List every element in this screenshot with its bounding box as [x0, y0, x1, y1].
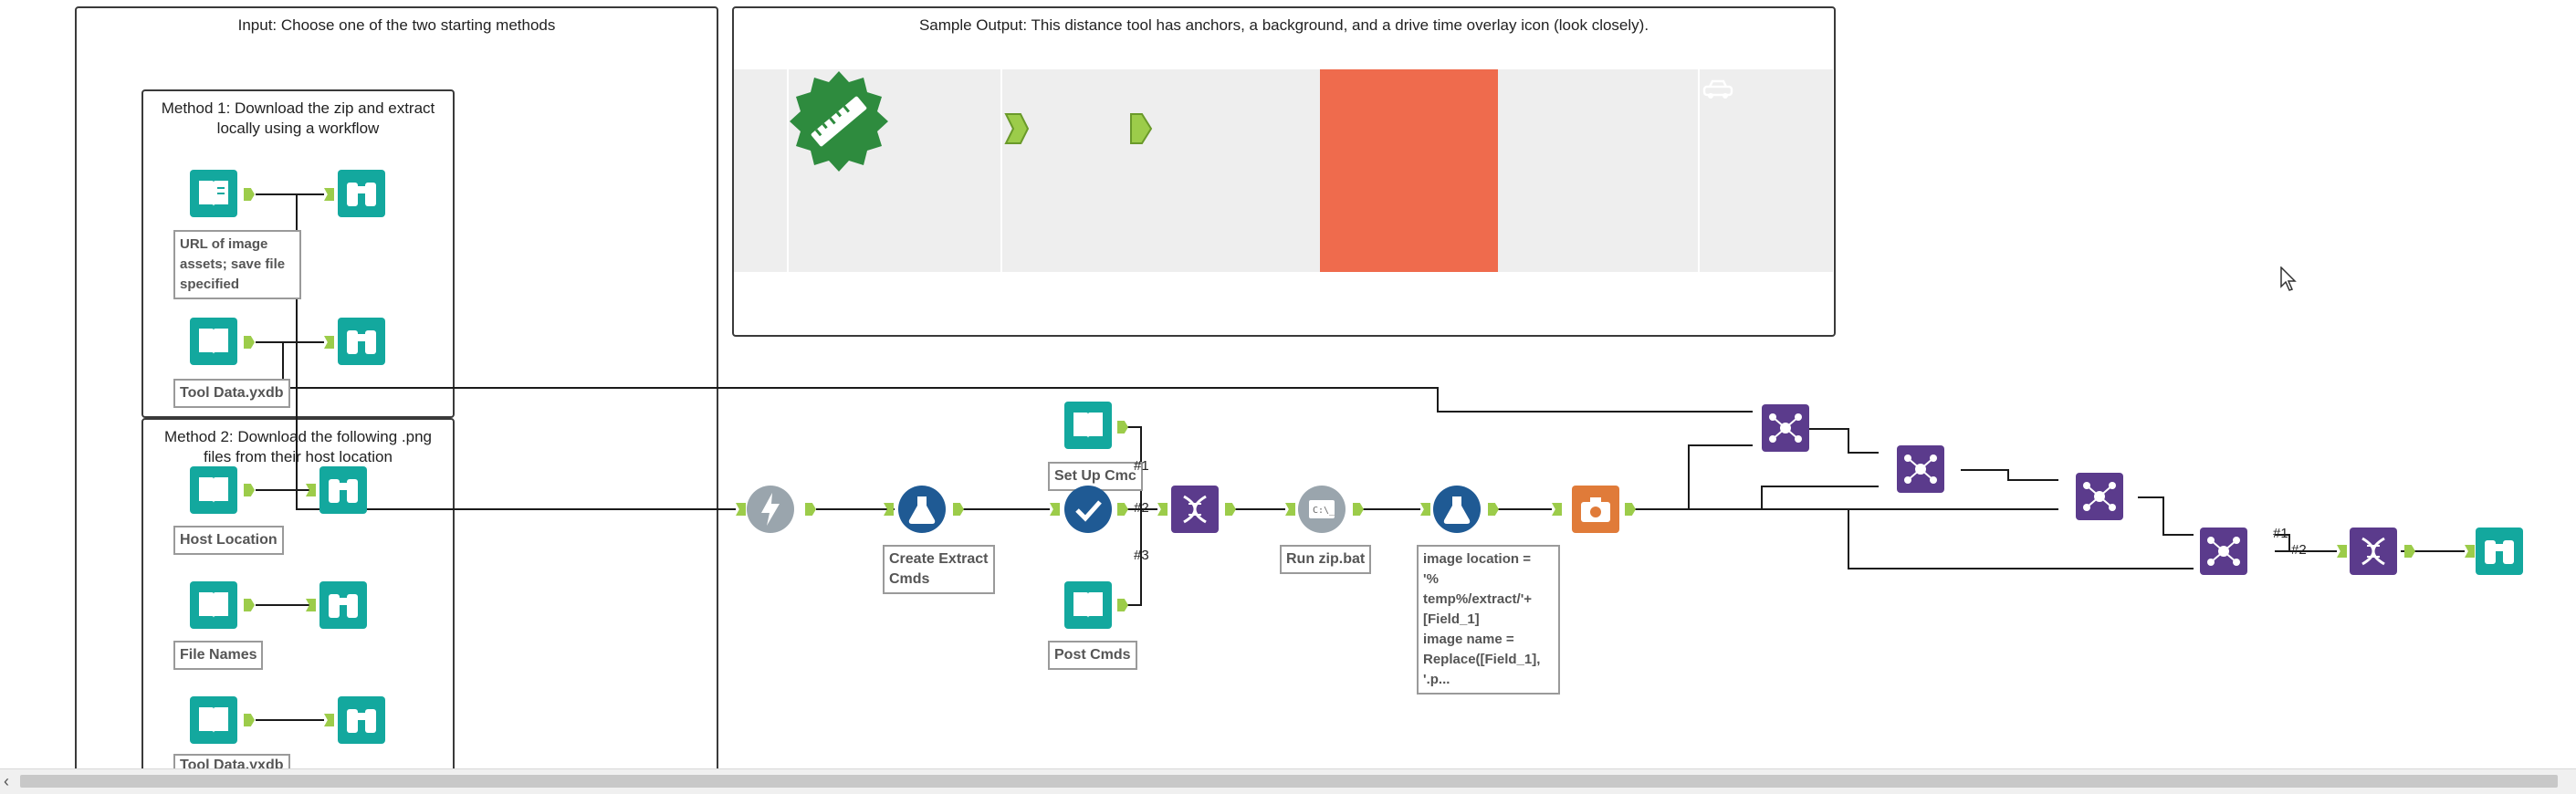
join-icon [2083, 482, 2116, 511]
binoculars-icon [347, 330, 376, 354]
book-icon [199, 477, 228, 503]
browse-tool[interactable] [319, 581, 367, 629]
union-label-1: #1 [1134, 458, 1149, 474]
workflow-canvas[interactable]: Input: Choose one of the two starting me… [0, 0, 2576, 794]
checkmark-icon [1075, 500, 1102, 522]
join-icon [1769, 413, 1802, 443]
annotation-run-zip: Run zip.bat [1280, 545, 1372, 574]
dynamic-input-tool[interactable] [1171, 486, 1219, 533]
formula-tool[interactable] [898, 486, 946, 533]
book-icon [199, 707, 228, 733]
union-label-3: #3 [1134, 548, 1149, 563]
binoculars-icon [329, 594, 358, 618]
camera-icon [1581, 497, 1610, 522]
join-tool[interactable] [1897, 445, 1944, 493]
binoculars-icon [2485, 540, 2514, 564]
join-tool[interactable] [2076, 473, 2123, 520]
scrollbar-thumb[interactable] [20, 775, 2558, 788]
book-icon [199, 181, 228, 206]
union-label-2: #2 [1134, 500, 1149, 516]
input-data-tool[interactable] [190, 170, 237, 217]
flask-icon [908, 496, 936, 524]
browse-tool[interactable] [338, 318, 385, 365]
lightning-icon [761, 493, 780, 526]
binoculars-icon [347, 709, 376, 733]
browse-tool[interactable] [2476, 528, 2523, 575]
binoculars-icon [347, 183, 376, 206]
book-icon [1073, 413, 1103, 438]
annotation-tool-data: Tool Data.yxdb [173, 379, 290, 408]
input-data-tool[interactable] [190, 466, 237, 514]
formula-tool[interactable] [1433, 486, 1481, 533]
join-tool[interactable] [2200, 528, 2247, 575]
union-tool[interactable] [1064, 486, 1112, 533]
input-data-tool[interactable] [1064, 581, 1112, 629]
scroll-left-icon[interactable]: ‹ [4, 772, 9, 791]
run-command-tool[interactable]: C:\_ [1298, 486, 1346, 533]
join-icon [2207, 537, 2240, 566]
horizontal-scrollbar[interactable]: ‹ [0, 768, 2576, 794]
input-data-tool[interactable] [190, 696, 237, 744]
image-tool[interactable] [1572, 486, 1619, 533]
book-icon [1073, 592, 1103, 618]
browse-tool[interactable] [319, 466, 367, 514]
input-data-tool[interactable] [190, 581, 237, 629]
book-icon [199, 329, 228, 354]
browse-tool[interactable] [338, 696, 385, 744]
connection-wires [256, 193, 2465, 721]
join-tool[interactable] [1762, 404, 1809, 452]
binoculars-icon [329, 479, 358, 503]
union-label-2: #2 [2291, 542, 2307, 558]
download-tool[interactable] [747, 486, 794, 533]
join-icon [1904, 454, 1937, 484]
annotation-url-assets: URL of image assets; save file specified [173, 230, 301, 299]
dynamic-input-tool[interactable] [2350, 528, 2397, 575]
svg-text:C:\_: C:\_ [1313, 506, 1335, 516]
annotation-host-location: Host Location [173, 526, 284, 555]
input-data-tool[interactable] [1064, 402, 1112, 449]
annotation-formula: image location = '% temp%/extract/'+ [Fi… [1417, 545, 1560, 695]
book-icon [199, 592, 228, 618]
flask-icon [1443, 496, 1471, 524]
dna-icon [2361, 537, 2385, 566]
annotation-post-cmds: Post Cmds [1048, 641, 1137, 670]
union-label-1: #1 [2273, 526, 2288, 541]
annotation-create-extract: Create Extract Cmds [883, 545, 995, 594]
dna-icon [1183, 495, 1207, 524]
mouse-cursor-icon [2280, 266, 2297, 291]
cmd-icon: C:\_ [1309, 500, 1335, 518]
browse-tool[interactable] [338, 170, 385, 217]
input-data-tool[interactable] [190, 318, 237, 365]
annotation-file-names: File Names [173, 641, 264, 670]
